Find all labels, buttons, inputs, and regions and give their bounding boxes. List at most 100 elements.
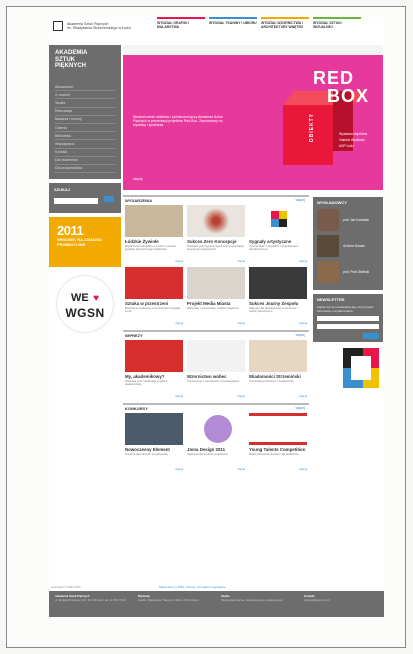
card-more-link[interactable]: więcej xyxy=(187,394,245,398)
right-graphic[interactable] xyxy=(313,346,383,392)
hero-more-link[interactable]: więcej xyxy=(133,177,142,181)
wgsn-banner[interactable]: WE ♥ WGSN xyxy=(49,271,121,337)
card-more-link[interactable]: więcej xyxy=(249,321,307,325)
person-item[interactable]: dr Anna Nowak xyxy=(317,235,379,257)
event-card[interactable]: Joma Design 2011 Ogólnopolski konkurs pro… xyxy=(187,413,245,471)
newsletter-email-field[interactable] xyxy=(317,316,379,322)
section-title: WYDARZENIA xyxy=(125,198,153,203)
card-more-link[interactable]: więcej xyxy=(187,321,245,325)
logo-icon[interactable] xyxy=(53,21,63,31)
search-input[interactable] xyxy=(54,197,98,204)
card-title[interactable]: Łódzkie Żywiołe xyxy=(125,239,183,244)
sidebar-menu-item[interactable]: Współpraca xyxy=(55,140,115,149)
card-more-link[interactable]: więcej xyxy=(125,259,183,263)
search-box: SZUKAJ xyxy=(49,183,121,214)
card-image[interactable] xyxy=(125,205,183,237)
sidebar-menu-item[interactable]: Aktualności xyxy=(55,83,115,92)
card-more-link[interactable]: więcej xyxy=(249,467,307,471)
card-grid: Sztuka w przestrzeni Realizacje studentów… xyxy=(123,265,309,327)
card-image[interactable] xyxy=(187,205,245,237)
sidebar-menu-item[interactable]: Galeria xyxy=(55,124,115,133)
section-more-link[interactable]: więcej xyxy=(296,333,305,337)
nav-item-grafika[interactable]: WYDZIAŁ GRAFIKI I MALARSTWA xyxy=(157,17,205,39)
event-card[interactable]: Sygnały artystyczne Cykl spotkań z artyst… xyxy=(249,205,307,263)
newsletter-submit-button[interactable] xyxy=(363,333,379,340)
card-title[interactable]: Sukces Zero Koncepcje xyxy=(187,239,245,244)
card-more-link[interactable]: więcej xyxy=(249,259,307,263)
event-card[interactable]: Łódzkie Żywiołe Wydarzenie kulturalne w Ł… xyxy=(125,205,183,263)
circle-shape xyxy=(204,415,232,443)
card-title[interactable]: Wzornictwo wobec xyxy=(187,374,245,379)
person-item[interactable]: prof. Jan Kowalski xyxy=(317,209,379,231)
card-image[interactable] xyxy=(249,340,307,372)
event-card[interactable]: Young Talents Competition Międzynarodowy … xyxy=(249,413,307,471)
nav-item-wzornictwo[interactable]: WYDZIAŁ WZORNICTWA I ARCHITEKTURY WNĘTRZ xyxy=(261,17,309,39)
event-card[interactable]: Sukces Zero Koncepcje Wystawa prac dyplom… xyxy=(187,205,245,263)
card-title[interactable]: Nowoczesny Element xyxy=(125,447,183,452)
sidebar-menu-item[interactable]: O uczelni xyxy=(55,91,115,100)
nav-item-sztuka-wizualna[interactable]: WYDZIAŁ SZTUKI WIZUALNEJ xyxy=(313,17,361,39)
section-more-link[interactable]: więcej xyxy=(296,198,305,202)
search-button[interactable] xyxy=(104,196,115,203)
card-image[interactable] xyxy=(125,340,183,372)
footer-nav-links[interactable]: Mapa strony | RSS | Pomoc | Kontakt | Lo… xyxy=(159,585,225,589)
sidebar-menu-item[interactable]: Badania i rozwój xyxy=(55,116,115,124)
event-card[interactable]: Wiadomości Strzemiński Prezentacja archiw… xyxy=(249,340,307,398)
nav-label: WYDZIAŁ TKANINY I UBIORU xyxy=(209,21,257,25)
card-image[interactable] xyxy=(125,413,183,445)
nav-label: WYDZIAŁ GRAFIKI I MALARSTWA xyxy=(157,21,190,29)
wgsn-brand: WGSN xyxy=(65,306,105,321)
card-title[interactable]: Projekt Media Miasta xyxy=(187,301,245,306)
event-card[interactable]: Projekt Media Miasta Warsztaty i prezenta… xyxy=(187,267,245,325)
person-photo[interactable] xyxy=(317,209,339,231)
event-card[interactable]: Wzornictwo wobec Konferencja o wzornictwi… xyxy=(187,340,245,398)
card-title[interactable]: My, akademikowy? xyxy=(125,374,183,379)
sidebar-menu-item[interactable]: Dla studentów xyxy=(55,157,115,165)
event-card[interactable]: Sukces Journy Zespołu Nagrody dla absolwe… xyxy=(249,267,307,325)
card-more-link[interactable]: więcej xyxy=(187,259,245,263)
promo-banner[interactable]: 2011 WNIOSEK NA ZADANIA PROMOCYJNE xyxy=(49,217,121,268)
sidebar-menu-item[interactable]: Dla pracowników xyxy=(55,165,115,174)
card-image[interactable] xyxy=(187,413,245,445)
section-more-link[interactable]: więcej xyxy=(296,406,305,410)
people-box: WYKŁADOWCY prof. Jan Kowalski dr Anna No… xyxy=(313,197,383,290)
person-name[interactable]: prof. Jan Kowalski xyxy=(343,218,369,222)
person-photo[interactable] xyxy=(317,261,339,283)
card-title[interactable]: Joma Design 2011 xyxy=(187,447,245,452)
wgsn-we: WE xyxy=(70,292,89,305)
brand-block[interactable]: AKADEMIA SZTUK PIĘKNYCH xyxy=(49,45,121,81)
sidebar-menu-item[interactable]: Kontakt xyxy=(55,149,115,157)
hero-banner[interactable]: Nieskończenie obiektów i przestrzeni łąc… xyxy=(123,55,383,190)
card-more-link[interactable]: więcej xyxy=(249,394,307,398)
card-image[interactable] xyxy=(249,205,307,237)
card-title[interactable]: Wiadomości Strzemiński xyxy=(249,374,307,379)
sidebar-menu-item[interactable]: Rekrutacja xyxy=(55,108,115,116)
card-image[interactable] xyxy=(187,267,245,299)
card-more-link[interactable]: więcej xyxy=(125,394,183,398)
card-title[interactable]: Sygnały artystyczne xyxy=(249,239,307,244)
search-label: SZUKAJ xyxy=(54,187,71,193)
card-more-link[interactable]: więcej xyxy=(187,467,245,471)
newsletter-select[interactable] xyxy=(317,324,379,330)
logo-text[interactable]: Akademia Sztuk Pięknych im. Władysława S… xyxy=(67,22,131,30)
card-image[interactable] xyxy=(125,267,183,299)
nav-item-tkanina[interactable]: WYDZIAŁ TKANINY I UBIORU xyxy=(209,17,257,39)
person-name[interactable]: prof. Piotr Zieliński xyxy=(343,270,369,274)
card-image[interactable] xyxy=(249,413,307,445)
event-card[interactable]: Sztuka w przestrzeni Realizacje studentów… xyxy=(125,267,183,325)
event-card[interactable]: My, akademikowy? Wystawa prac studentów w… xyxy=(125,340,183,398)
card-more-link[interactable]: więcej xyxy=(125,467,183,471)
sidebar-menu-item[interactable]: Studia xyxy=(55,99,115,108)
card-more-link[interactable]: więcej xyxy=(125,321,183,325)
card-image[interactable] xyxy=(187,340,245,372)
event-card[interactable]: Nowoczesny Element Konkurs dla młodych pr… xyxy=(125,413,183,471)
card-title[interactable]: Sztuka w przestrzeni xyxy=(125,301,183,306)
person-photo[interactable] xyxy=(317,235,339,257)
card-image[interactable] xyxy=(249,267,307,299)
section-header: IMPREZY więcej xyxy=(123,330,309,338)
card-title[interactable]: Young Talents Competition xyxy=(249,447,307,452)
person-name[interactable]: dr Anna Nowak xyxy=(343,244,365,248)
sidebar-menu-item[interactable]: Biblioteka xyxy=(55,132,115,141)
card-title[interactable]: Sukces Journy Zespołu xyxy=(249,301,307,306)
person-item[interactable]: prof. Piotr Zieliński xyxy=(317,261,379,283)
